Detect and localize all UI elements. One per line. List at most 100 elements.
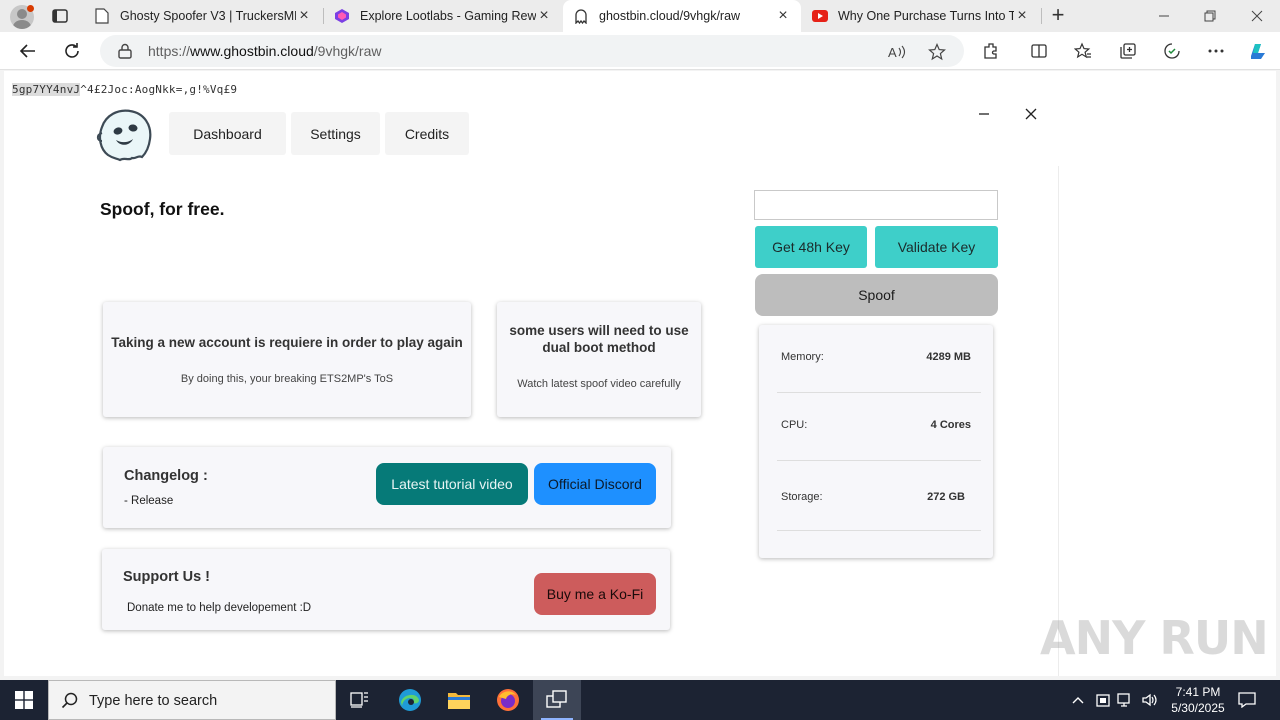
windows-taskbar: Type here to search 7:41 PM 5/30/2025	[0, 680, 1280, 720]
license-key-input[interactable]	[754, 190, 998, 220]
support-card: Support Us ! Donate me to help developem…	[102, 549, 670, 630]
tab-strip: Ghosty Spoofer V3 | TruckersMP F × Explo…	[0, 0, 1280, 32]
lootlabs-icon	[334, 8, 350, 24]
nav-credits[interactable]: Credits	[385, 112, 469, 155]
system-stats-card: Memory: 4289 MB CPU: 4 Cores Storage: 27…	[759, 325, 993, 558]
tab-title: Explore Lootlabs - Gaming Rewar	[360, 9, 536, 23]
tutorial-video-button[interactable]: Latest tutorial video	[376, 463, 528, 505]
notice-card-dual-boot: some users will need to use dual boot me…	[497, 302, 701, 417]
spoof-button[interactable]: Spoof	[755, 274, 998, 316]
changelog-card: Changelog : - Release Latest tutorial vi…	[103, 447, 671, 528]
nav-dashboard[interactable]: Dashboard	[169, 112, 286, 155]
tab-separator	[1041, 8, 1042, 24]
get-key-button[interactable]: Get 48h Key	[755, 226, 867, 268]
close-tab-icon[interactable]: ×	[775, 7, 791, 25]
changelog-item: - Release	[124, 495, 174, 507]
stat-row-storage: Storage: 272 GB	[777, 461, 981, 531]
anyrun-watermark: ANY RUN	[1040, 611, 1269, 665]
stat-label: Storage:	[781, 491, 823, 503]
app-close-icon[interactable]	[1021, 104, 1041, 124]
lock-icon[interactable]	[118, 43, 134, 59]
more-menu-icon[interactable]	[1206, 41, 1226, 61]
edge-browser-icon[interactable]	[386, 680, 434, 720]
document-icon	[94, 8, 110, 24]
stat-label: Memory:	[781, 351, 824, 363]
volume-icon[interactable]	[1141, 691, 1159, 709]
show-hidden-icons-chevron[interactable]	[1069, 691, 1087, 709]
stat-value: 4 Cores	[930, 419, 971, 431]
svg-text:A: A	[888, 45, 897, 60]
validate-key-button[interactable]: Validate Key	[875, 226, 998, 268]
url-host: www.ghostbin.cloud	[190, 43, 314, 59]
favorite-star-icon[interactable]	[928, 43, 946, 61]
windows-logo-icon	[15, 691, 33, 709]
minimize-window-icon[interactable]	[1141, 0, 1187, 32]
extensions-icon[interactable]	[981, 41, 1001, 61]
browser-toolbar: https://www.ghostbin.cloud/9vhgk/raw A	[0, 32, 1280, 70]
app-divider	[1058, 166, 1059, 676]
read-aloud-icon[interactable]: A	[888, 43, 906, 61]
support-text: Donate me to help developement :D	[127, 602, 312, 614]
network-icon[interactable]	[1117, 691, 1135, 709]
tab-ghostbin[interactable]: ghostbin.cloud/9vhgk/raw ×	[563, 0, 801, 32]
app-minimize-icon[interactable]	[974, 104, 994, 124]
split-screen-icon[interactable]	[1029, 41, 1049, 61]
nav-settings[interactable]: Settings	[291, 112, 380, 155]
clock-time: 7:41 PM	[1175, 685, 1221, 699]
notice-title: some users will need to use dual boot me…	[509, 323, 689, 355]
restore-window-icon[interactable]	[1187, 0, 1233, 32]
taskbar-search-box[interactable]: Type here to search	[48, 680, 336, 720]
page-headline: Spoof, for free.	[100, 199, 225, 219]
tab-ghosty-spoofer[interactable]: Ghosty Spoofer V3 | TruckersMP F ×	[84, 0, 322, 32]
notice-card-new-account: Taking a new account is requiere in orde…	[103, 302, 471, 417]
taskbar-clock[interactable]: 7:41 PM 5/30/2025	[1160, 684, 1236, 716]
start-button[interactable]	[0, 680, 48, 720]
youtube-icon	[812, 8, 828, 24]
tab-title: Why One Purchase Turns Into Ter	[838, 9, 1014, 23]
tab-actions-icon[interactable]	[50, 6, 70, 26]
search-placeholder: Type here to search	[89, 693, 218, 709]
page-viewport: 5gp7YY4nvJ^4£2Joc:AogNkk=,g!%Vq£9 Dashbo…	[0, 71, 1280, 680]
security-tray-icon[interactable]	[1094, 691, 1112, 709]
search-icon	[61, 692, 79, 710]
close-tab-icon[interactable]: ×	[536, 7, 552, 25]
kofi-button[interactable]: Buy me a Ko-Fi	[534, 573, 656, 615]
address-bar[interactable]: https://www.ghostbin.cloud/9vhgk/raw A	[100, 35, 964, 67]
browser-essentials-icon[interactable]	[1162, 41, 1182, 61]
support-title: Support Us !	[123, 569, 210, 585]
stat-row-cpu: CPU: 4 Cores	[777, 393, 981, 461]
stat-label: CPU:	[781, 419, 808, 431]
changelog-title: Changelog :	[124, 468, 208, 484]
tab-title: ghostbin.cloud/9vhgk/raw	[599, 9, 741, 23]
favorites-icon[interactable]	[1073, 41, 1093, 61]
url-path: /9vhgk/raw	[313, 43, 382, 59]
stat-value: 272 GB	[927, 491, 965, 503]
url-text[interactable]: https://www.ghostbin.cloud/9vhgk/raw	[148, 43, 381, 59]
task-view-icon[interactable]	[336, 680, 384, 720]
active-app-icon[interactable]	[533, 680, 581, 720]
tab-lootlabs[interactable]: Explore Lootlabs - Gaming Rewar ×	[324, 0, 562, 32]
close-tab-icon[interactable]: ×	[296, 7, 312, 25]
close-tab-icon[interactable]: ×	[1014, 7, 1030, 25]
ghostbin-icon	[573, 8, 589, 24]
stat-value: 4289 MB	[926, 351, 971, 363]
tab-title: Ghosty Spoofer V3 | TruckersMP F	[120, 9, 296, 23]
notice-subtitle: By doing this, your breaking ETS2MP's To…	[180, 373, 394, 385]
notifications-icon[interactable]	[1236, 690, 1258, 710]
back-arrow-icon[interactable]	[16, 39, 40, 63]
tab-youtube[interactable]: Why One Purchase Turns Into Ter ×	[802, 0, 1040, 32]
stat-row-memory: Memory: 4289 MB	[777, 325, 981, 393]
firefox-icon[interactable]	[484, 680, 532, 720]
collections-icon[interactable]	[1118, 41, 1138, 61]
notice-title: Taking a new account is requiere in orde…	[111, 335, 463, 350]
new-tab-button[interactable]: +	[1046, 4, 1070, 28]
discord-button[interactable]: Official Discord	[534, 463, 656, 505]
refresh-icon[interactable]	[60, 39, 84, 63]
copilot-icon[interactable]	[1246, 39, 1270, 63]
notice-subtitle: Watch latest spoof video carefully	[517, 378, 681, 390]
file-explorer-icon[interactable]	[435, 680, 483, 720]
url-scheme: https://	[148, 43, 191, 59]
close-window-icon[interactable]	[1234, 0, 1280, 32]
clock-date: 5/30/2025	[1171, 701, 1225, 715]
ghost-logo-icon	[94, 103, 156, 163]
